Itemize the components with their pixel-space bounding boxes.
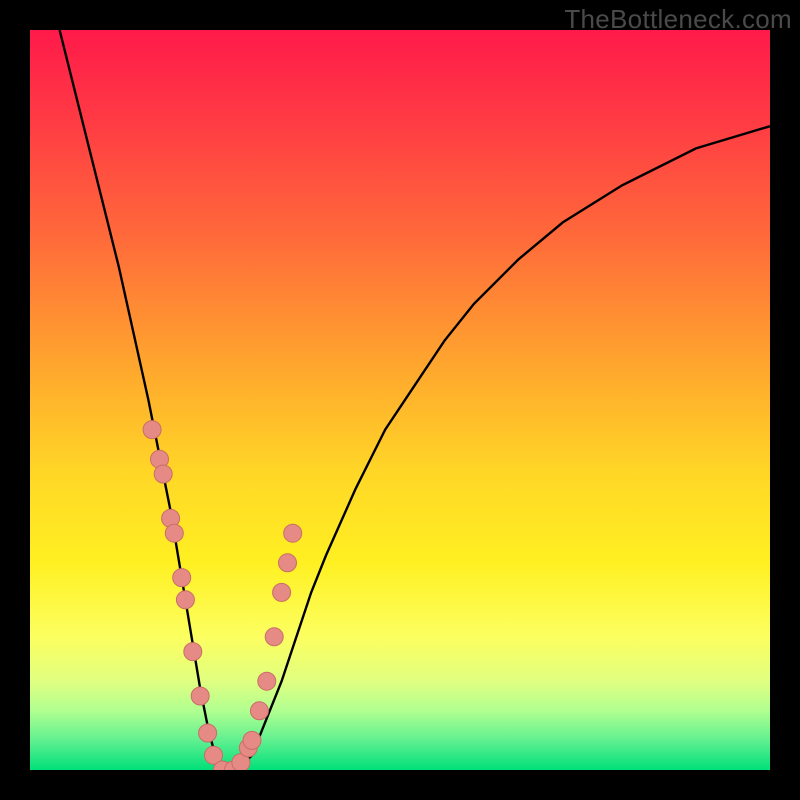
highlight-dot (250, 702, 268, 720)
selected-range-dots (143, 421, 302, 770)
highlight-dot (173, 569, 191, 587)
highlight-dot (143, 421, 161, 439)
bottleneck-curve (60, 30, 770, 770)
highlight-dot (284, 524, 302, 542)
highlight-dot (154, 465, 172, 483)
highlight-dot (191, 687, 209, 705)
watermark-text: TheBottleneck.com (564, 4, 792, 35)
highlight-dot (279, 554, 297, 572)
highlight-dot (243, 731, 261, 749)
chart-plot-area (30, 30, 770, 770)
highlight-dot (199, 724, 217, 742)
highlight-dot (265, 628, 283, 646)
highlight-dot (165, 524, 183, 542)
chart-svg-layer (30, 30, 770, 770)
highlight-dot (258, 672, 276, 690)
highlight-dot (176, 591, 194, 609)
highlight-dot (273, 583, 291, 601)
chart-frame: TheBottleneck.com (0, 0, 800, 800)
highlight-dot (184, 643, 202, 661)
